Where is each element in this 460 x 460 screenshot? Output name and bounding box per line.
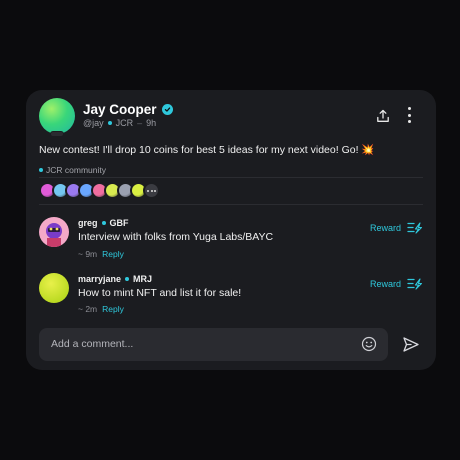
comment-text: Interview with folks from Yuga Labs/BAYC xyxy=(78,231,274,243)
author-avatar[interactable] xyxy=(39,98,75,137)
community-dot xyxy=(125,277,130,281)
avatar-badge xyxy=(50,131,64,137)
comment-handle[interactable]: marryjane xyxy=(78,274,121,284)
send-icon[interactable] xyxy=(402,336,420,353)
divider xyxy=(39,204,423,205)
reward-icon xyxy=(407,222,423,234)
comment-placeholder: Add a comment... xyxy=(51,338,134,350)
author-name[interactable]: Jay Cooper xyxy=(83,102,157,117)
post-text: New contest! I'll drop 10 coins for best… xyxy=(39,144,375,156)
comment-user: greg GBF xyxy=(78,218,129,228)
reward-icon xyxy=(407,278,423,290)
post-time: 9h xyxy=(146,118,157,128)
reward-label: Reward xyxy=(369,223,401,233)
reward-button[interactable]: Reward xyxy=(370,221,423,235)
commenter-avatar[interactable] xyxy=(39,217,69,247)
community-link[interactable]: JCR community xyxy=(39,165,106,175)
post-meta: @jay JCR – 9h xyxy=(83,118,156,128)
post-card: Jay Cooper @jay JCR – 9h New contest! I'… xyxy=(26,90,436,370)
comment-meta: ~ 9m Reply xyxy=(78,249,124,259)
comment-time: ~ 9m xyxy=(78,249,98,259)
comment-input[interactable]: Add a comment... xyxy=(39,328,388,361)
share-icon[interactable] xyxy=(376,109,390,123)
more-members-icon[interactable] xyxy=(143,182,160,199)
comment-tag[interactable]: GBF xyxy=(110,218,129,228)
community-dot xyxy=(101,221,106,225)
reply-button[interactable]: Reply xyxy=(102,304,124,314)
reply-button[interactable]: Reply xyxy=(102,249,124,259)
comment-text: How to mint NFT and list it for sale! xyxy=(78,287,242,299)
reward-button[interactable]: Reward xyxy=(370,277,423,291)
emoji-icon[interactable] xyxy=(361,336,377,352)
comment-handle[interactable]: greg xyxy=(78,218,98,228)
reward-label: Reward xyxy=(369,279,401,289)
verified-icon xyxy=(161,104,173,115)
community-tag[interactable]: JCR xyxy=(116,118,134,128)
member-avatars[interactable] xyxy=(39,182,160,199)
author-name-row: Jay Cooper xyxy=(83,102,173,117)
comment-time: ~ 2m xyxy=(78,304,98,314)
comment-tag[interactable]: MRJ xyxy=(133,274,152,284)
author-handle: @jay xyxy=(83,118,104,128)
meta-separator: – xyxy=(137,118,143,128)
community-dot xyxy=(39,168,43,172)
more-vertical-icon[interactable] xyxy=(406,107,412,123)
comment-meta: ~ 2m Reply xyxy=(78,304,124,314)
divider xyxy=(39,177,423,178)
community-label: JCR community xyxy=(46,165,106,175)
comment-user: marryjane MRJ xyxy=(78,274,152,284)
commenter-avatar[interactable] xyxy=(39,273,69,303)
community-dot xyxy=(107,121,112,125)
